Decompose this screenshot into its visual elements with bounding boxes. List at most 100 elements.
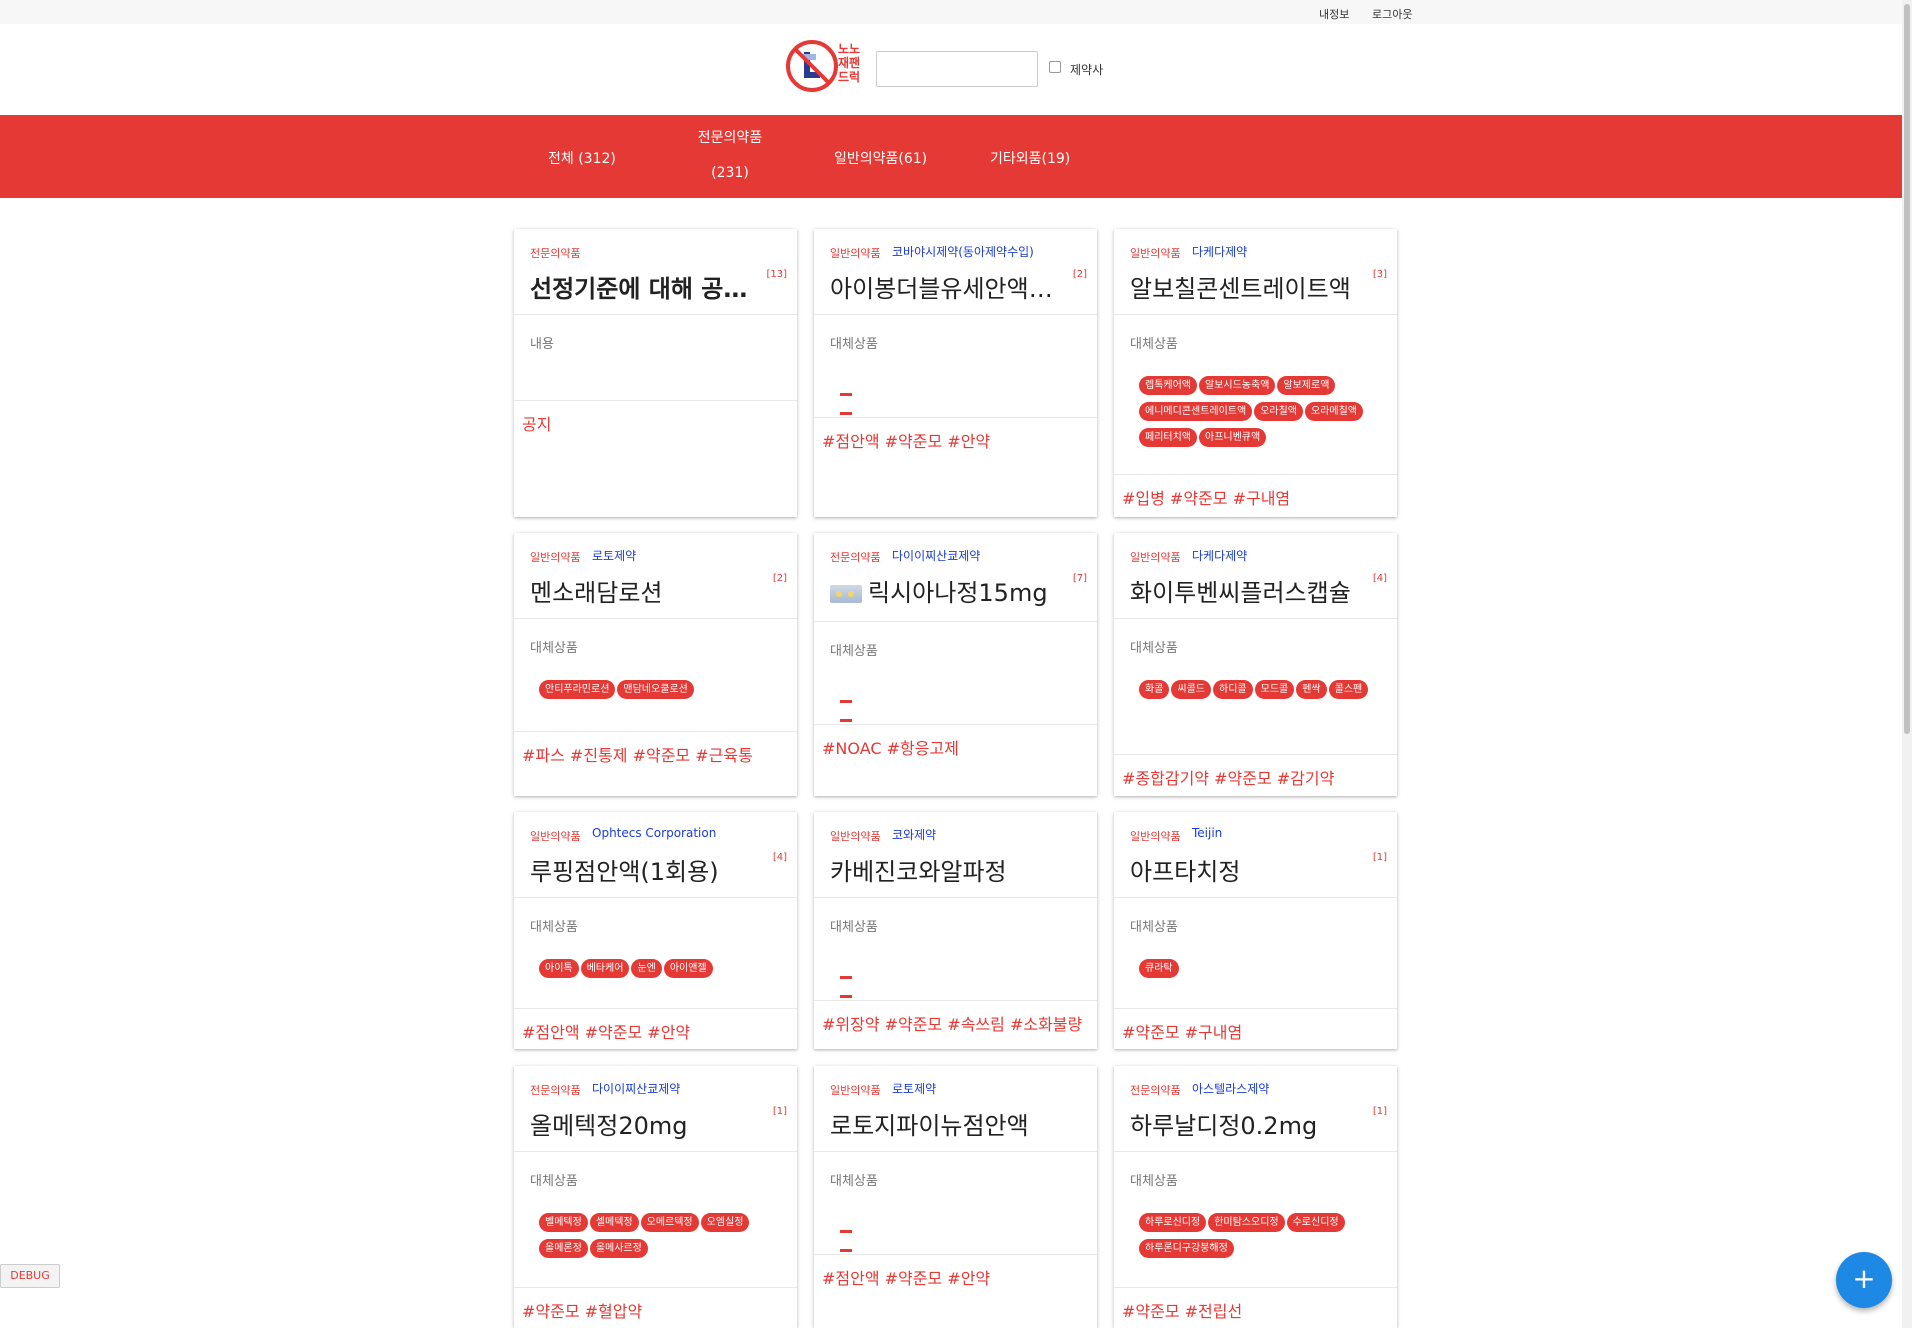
search-input[interactable]: [876, 51, 1038, 87]
drug-card[interactable]: 일반의약품 다케다제약 화이투벤씨플러스캡슐 [4] 대체상품 화콜 씨콜드 하디콜…: [1114, 533, 1397, 796]
alternative-chip[interactable]: 하디콜: [1213, 680, 1253, 699]
alternative-chip[interactable]: 하루론디구강붕해정: [1139, 1239, 1234, 1258]
card-manufacturer[interactable]: 다이이찌산쿄제약: [592, 1080, 680, 1097]
card-body: 대체상품 화콜 씨콜드 하디콜 모드콜 펜싹 콜스펜: [1114, 619, 1397, 755]
alternative-chip[interactable]: 알보제로액: [1277, 376, 1336, 395]
alternative-chip[interactable]: 아프니벤큐액: [1199, 428, 1267, 447]
tab-prescription[interactable]: 전문의약품 (231): [690, 127, 770, 181]
card-body: 대체상품: [814, 622, 1097, 725]
alternative-chip[interactable]: 베타케어: [580, 959, 630, 978]
card-section-label: 대체상품: [830, 644, 878, 659]
card-title: 화이투벤씨플러스캡슐: [1130, 579, 1351, 607]
card-manufacturer[interactable]: Ophtecs Corporation: [592, 826, 716, 840]
card-title: 올메텍정20mg: [530, 1112, 688, 1140]
drug-card[interactable]: 일반의약품 Ophtecs Corporation 루핑점안액(1회용) [4]…: [514, 812, 797, 1049]
card-tags: #입병 #약준모 #구내염: [1122, 489, 1291, 508]
card-manufacturer[interactable]: 코와제약: [892, 826, 936, 843]
alternative-chip[interactable]: 오메르텍정: [640, 1213, 699, 1232]
card-tags: #NOAC #항응고제: [822, 739, 959, 758]
card-manufacturer[interactable]: 다이이찌산쿄제약: [892, 547, 980, 564]
alternative-chips: 하루로신디정 한미탐스오디정 수로신디정하루론디구강붕해정: [1139, 1210, 1379, 1262]
tab-all[interactable]: 전체 (312): [548, 148, 616, 168]
drug-card[interactable]: 전문의약품 다이이찌산쿄제약 릭시아나정15mg [7] 대체상품 #NOAC …: [814, 533, 1097, 796]
card-notice: 공지: [522, 415, 552, 434]
card-title: 로토지파이뉴점안액: [830, 1112, 1029, 1140]
manufacturer-checkbox-label: 제약사: [1070, 63, 1104, 77]
alternative-chip[interactable]: 콜스펜: [1328, 680, 1369, 699]
alternative-chip[interactable]: 오라메칠액: [1305, 402, 1364, 421]
no-japan-logo-icon[interactable]: [784, 38, 840, 94]
card-section-label: 대체상품: [1130, 641, 1178, 656]
card-manufacturer[interactable]: 로토제약: [592, 547, 636, 564]
drug-card[interactable]: 전문의약품 선정기준에 대해 공지합니다 [13] 내용 공지: [514, 229, 797, 517]
drug-card[interactable]: 일반의약품 로토제약 로토지파이뉴점안액 대체상품 #점안액 #약준모 #안약: [814, 1066, 1097, 1328]
alternative-chip[interactable]: 아이앤젤: [663, 959, 713, 978]
drug-card[interactable]: 일반의약품 코와제약 카베진코와알파정 대체상품 #위장약 #약준모 #속쓰림 …: [814, 812, 1097, 1049]
card-header: 전문의약품 아스텔라스제약 하루날디정0.2mg [1]: [1114, 1066, 1397, 1152]
alternative-chip[interactable]: 모드콜: [1254, 680, 1295, 699]
card-category: 일반의약품: [830, 830, 881, 843]
card-body: 대체상품: [814, 315, 1097, 418]
empty-alternatives-dash: [840, 688, 868, 722]
tab-otc[interactable]: 일반의약품(61): [834, 148, 927, 168]
alternative-chip[interactable]: 오라칠액: [1254, 402, 1304, 421]
logout-link[interactable]: 로그아웃: [1372, 6, 1412, 22]
card-section-label: 대체상품: [1130, 337, 1178, 352]
card-manufacturer[interactable]: 로토제약: [892, 1080, 936, 1097]
empty-alternatives-dash: [840, 964, 868, 998]
card-manufacturer[interactable]: 다케다제약: [1192, 243, 1247, 260]
tab-other[interactable]: 기타외품(19): [990, 148, 1070, 168]
card-category: 일반의약품: [530, 830, 581, 843]
add-button[interactable]: +: [1836, 1252, 1892, 1308]
alternative-chip[interactable]: 페리터치액: [1139, 428, 1197, 447]
card-count: [4]: [772, 852, 787, 863]
card-manufacturer[interactable]: Teijin: [1192, 826, 1222, 840]
alternative-chip[interactable]: 하루로신디정: [1139, 1213, 1207, 1232]
drug-card[interactable]: 전문의약품 아스텔라스제약 하루날디정0.2mg [1] 대체상품 하루로신디정…: [1114, 1066, 1397, 1328]
card-manufacturer[interactable]: 아스텔라스제약: [1192, 1080, 1269, 1097]
alternative-chip[interactable]: 씨콜드: [1171, 680, 1212, 699]
drug-card[interactable]: 일반의약품 로토제약 멘소래담로션 [2] 대체상품 안티푸라민로션 맨담네오쿨로…: [514, 533, 797, 796]
drug-card[interactable]: 일반의약품 다케다제약 알보칠콘센트레이트액 [3] 대체상품 렙톡케어액 알보시…: [1114, 229, 1397, 517]
card-header: 일반의약품 다케다제약 화이투벤씨플러스캡슐 [4]: [1114, 533, 1397, 619]
alternative-chip[interactable]: 펜싹: [1296, 680, 1327, 699]
alternative-chip[interactable]: 올메사르정: [589, 1239, 648, 1258]
alternative-chip[interactable]: 화콜: [1139, 680, 1170, 699]
my-info-link[interactable]: 내정보: [1319, 6, 1349, 22]
alternative-chip[interactable]: 에니메디콘센트레이트액: [1139, 402, 1253, 421]
alternative-chip[interactable]: 올메론정: [539, 1239, 588, 1258]
alternative-chip[interactable]: 한미탐스오디정: [1208, 1213, 1285, 1232]
drug-card[interactable]: 일반의약품 코바야시제약(동아제약수입) 아이봉더블유세안액(500ml) [2…: [814, 229, 1097, 517]
scrollbar-thumb[interactable]: [1904, 4, 1910, 734]
card-tags: #점안액 #약준모 #안약: [822, 1269, 991, 1288]
card-title: 알보칠콘센트레이트액: [1130, 275, 1351, 303]
manufacturer-checkbox[interactable]: [1049, 61, 1061, 73]
alternative-chip[interactable]: 오엠실정: [700, 1213, 750, 1232]
card-section-label: 대체상품: [830, 1174, 878, 1189]
page-scrollbar[interactable]: [1902, 0, 1912, 1328]
drug-card[interactable]: 일반의약품 Teijin 아프타치정 [1] 대체상품 큐라탁 #약준모 #구내…: [1114, 812, 1397, 1049]
alternative-chip[interactable]: 눈엔: [631, 959, 662, 978]
card-tags: #종합감기약 #약준모 #감기약: [1122, 769, 1335, 788]
card-count: [1]: [1372, 852, 1387, 863]
alternative-chip[interactable]: 셀메텍정: [589, 1213, 639, 1232]
header: 노노 재팬 드럭 제약사: [0, 24, 1912, 115]
card-category: 일반의약품: [1130, 247, 1181, 260]
card-title: 아이봉더블유세안액(500ml): [830, 275, 1062, 303]
alternative-chip[interactable]: 알보시드농축액: [1199, 376, 1276, 395]
card-manufacturer[interactable]: 다케다제약: [1192, 547, 1247, 564]
alternative-chip[interactable]: 큐라탁: [1139, 959, 1179, 978]
card-count: [4]: [1372, 573, 1387, 584]
card-section-label: 대체상품: [830, 337, 878, 352]
alternative-chip[interactable]: 벨메텍정: [539, 1213, 588, 1232]
card-header: 일반의약품 코바야시제약(동아제약수입) 아이봉더블유세안액(500ml) [2…: [814, 229, 1097, 315]
card-manufacturer[interactable]: 코바야시제약(동아제약수입): [892, 243, 1034, 260]
alternative-chip[interactable]: 수로신디정: [1286, 1213, 1345, 1232]
drug-card[interactable]: 전문의약품 다이이찌산쿄제약 올메텍정20mg [1] 대체상품 벨메텍정 셀메텍…: [514, 1066, 797, 1328]
alternative-chip[interactable]: 안티푸라민로션: [539, 680, 616, 699]
alternative-chip[interactable]: 아이톡: [539, 959, 579, 978]
alternative-chip[interactable]: 맨담네오쿨로션: [617, 680, 694, 699]
debug-button[interactable]: DEBUG: [0, 1264, 60, 1288]
card-header: 전문의약품 다이이찌산쿄제약 릭시아나정15mg [7]: [814, 533, 1097, 622]
alternative-chip[interactable]: 렙톡케어액: [1139, 376, 1197, 395]
